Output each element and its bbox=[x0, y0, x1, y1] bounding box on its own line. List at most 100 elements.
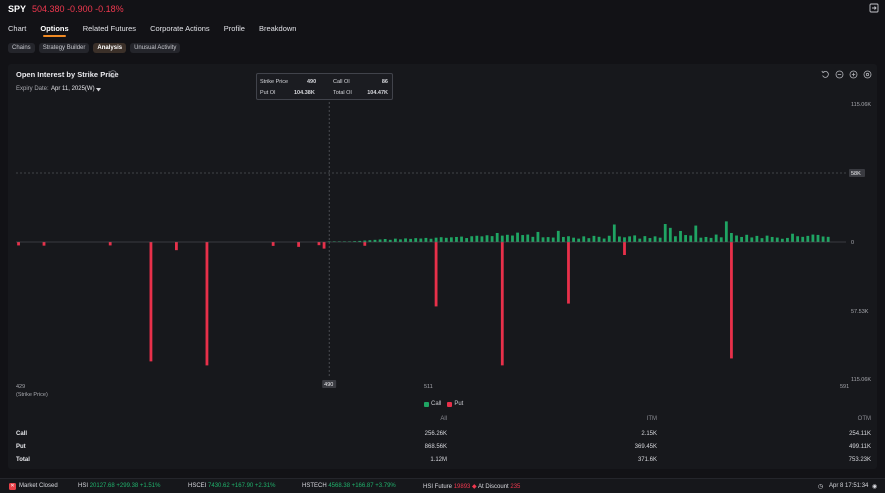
call-bar[interactable] bbox=[399, 239, 402, 242]
call-bar[interactable] bbox=[730, 233, 733, 242]
call-bar[interactable] bbox=[612, 224, 616, 242]
call-bar[interactable] bbox=[597, 236, 601, 242]
call-bar[interactable] bbox=[383, 239, 387, 242]
call-bar[interactable] bbox=[409, 238, 413, 242]
call-bar[interactable] bbox=[460, 236, 463, 242]
call-bar[interactable] bbox=[373, 239, 377, 242]
call-bar[interactable] bbox=[419, 238, 423, 242]
call-bar[interactable] bbox=[592, 235, 596, 242]
index-hsi[interactable]: HSI 20127.68 +299.38 +1.51% bbox=[78, 483, 160, 489]
call-bar[interactable] bbox=[714, 234, 718, 242]
call-bar[interactable] bbox=[582, 236, 586, 242]
put-bar[interactable] bbox=[297, 242, 301, 247]
call-bar[interactable] bbox=[684, 235, 687, 242]
put-bar[interactable] bbox=[730, 242, 733, 359]
call-bar[interactable] bbox=[740, 236, 744, 242]
call-bar[interactable] bbox=[587, 238, 591, 242]
call-bar[interactable] bbox=[536, 231, 540, 242]
call-bar[interactable] bbox=[572, 237, 575, 242]
put-bar[interactable] bbox=[17, 242, 20, 246]
call-bar[interactable] bbox=[388, 239, 392, 242]
subtab-unusual-activity[interactable]: Unusual Activity bbox=[130, 43, 181, 53]
call-bar[interactable] bbox=[704, 236, 708, 242]
tab-breakdown[interactable]: Breakdown bbox=[259, 24, 297, 38]
subtab-analysis[interactable]: Analysis bbox=[93, 43, 127, 53]
call-bar[interactable] bbox=[770, 236, 774, 242]
call-bar[interactable] bbox=[607, 235, 611, 242]
call-bar[interactable] bbox=[505, 234, 509, 242]
call-bar[interactable] bbox=[455, 236, 458, 242]
call-bar[interactable] bbox=[638, 238, 642, 242]
call-bar[interactable] bbox=[414, 238, 418, 242]
call-bar[interactable] bbox=[821, 236, 825, 242]
call-bar[interactable] bbox=[567, 236, 570, 242]
call-bar[interactable] bbox=[465, 238, 469, 242]
call-bar[interactable] bbox=[816, 234, 820, 242]
call-bar[interactable] bbox=[724, 221, 728, 242]
call-bar[interactable] bbox=[623, 237, 626, 242]
call-bar[interactable] bbox=[556, 230, 560, 242]
call-bar[interactable] bbox=[765, 235, 769, 242]
call-bar[interactable] bbox=[735, 235, 738, 242]
put-bar[interactable] bbox=[149, 242, 153, 362]
call-bar[interactable] bbox=[668, 227, 672, 242]
tab-corporate-actions[interactable]: Corporate Actions bbox=[150, 24, 210, 38]
put-bar[interactable] bbox=[434, 242, 438, 307]
call-bar[interactable] bbox=[811, 234, 815, 242]
call-bar[interactable] bbox=[516, 232, 519, 242]
call-bar[interactable] bbox=[663, 224, 667, 242]
put-bar[interactable] bbox=[317, 242, 321, 246]
open-interest-chart[interactable]: 115.06K 0 57.53K 115.06K 58K 429 511 591… bbox=[8, 64, 877, 399]
call-bar[interactable] bbox=[755, 235, 759, 242]
call-bar[interactable] bbox=[577, 238, 581, 242]
call-bar[interactable] bbox=[470, 236, 474, 242]
put-bar[interactable] bbox=[108, 242, 112, 246]
call-bar[interactable] bbox=[745, 234, 749, 242]
call-bar[interactable] bbox=[648, 238, 652, 242]
call-bar[interactable] bbox=[643, 236, 647, 242]
call-bar[interactable] bbox=[561, 236, 565, 242]
call-bar[interactable] bbox=[780, 238, 784, 242]
call-bar[interactable] bbox=[658, 237, 662, 242]
call-bar[interactable] bbox=[709, 237, 713, 242]
call-bar[interactable] bbox=[424, 237, 428, 242]
call-bar[interactable] bbox=[495, 233, 499, 242]
put-bar[interactable] bbox=[623, 242, 626, 255]
index-hscei[interactable]: HSCEI 7430.62 +167.90 +2.31% bbox=[188, 483, 275, 489]
call-bar[interactable] bbox=[786, 237, 789, 242]
call-bar[interactable] bbox=[775, 237, 779, 242]
call-bar[interactable] bbox=[485, 235, 489, 242]
call-bar[interactable] bbox=[628, 236, 631, 242]
put-bar[interactable] bbox=[363, 242, 367, 246]
call-bar[interactable] bbox=[531, 236, 535, 242]
call-bar[interactable] bbox=[801, 236, 805, 242]
eye-icon[interactable]: ◉ bbox=[872, 483, 877, 490]
subtab-chains[interactable]: Chains bbox=[8, 43, 35, 53]
call-bar[interactable] bbox=[826, 236, 830, 242]
call-bar[interactable] bbox=[674, 236, 677, 242]
call-bar[interactable] bbox=[750, 237, 754, 242]
put-bar[interactable] bbox=[567, 242, 570, 304]
call-bar[interactable] bbox=[760, 238, 764, 242]
call-bar[interactable] bbox=[796, 236, 800, 242]
call-bar[interactable] bbox=[404, 238, 407, 242]
call-bar[interactable] bbox=[475, 235, 479, 242]
call-bar[interactable] bbox=[439, 237, 443, 242]
put-bar[interactable] bbox=[322, 242, 326, 249]
call-bar[interactable] bbox=[653, 236, 657, 242]
call-bar[interactable] bbox=[541, 237, 545, 242]
call-bar[interactable] bbox=[618, 236, 621, 242]
call-bar[interactable] bbox=[449, 237, 453, 242]
call-bar[interactable] bbox=[521, 235, 525, 242]
tab-related-futures[interactable]: Related Futures bbox=[83, 24, 136, 38]
call-bar[interactable] bbox=[490, 236, 494, 242]
call-bar[interactable] bbox=[791, 233, 794, 242]
index-hstech[interactable]: HSTECH 4568.38 +166.87 +3.79% bbox=[302, 483, 396, 489]
put-bar[interactable] bbox=[175, 242, 178, 251]
call-bar[interactable] bbox=[602, 238, 606, 242]
call-bar[interactable] bbox=[393, 238, 397, 242]
call-bar[interactable] bbox=[526, 234, 530, 242]
tab-options[interactable]: Options bbox=[40, 24, 69, 38]
call-bar[interactable] bbox=[806, 235, 810, 242]
call-bar[interactable] bbox=[511, 235, 514, 242]
